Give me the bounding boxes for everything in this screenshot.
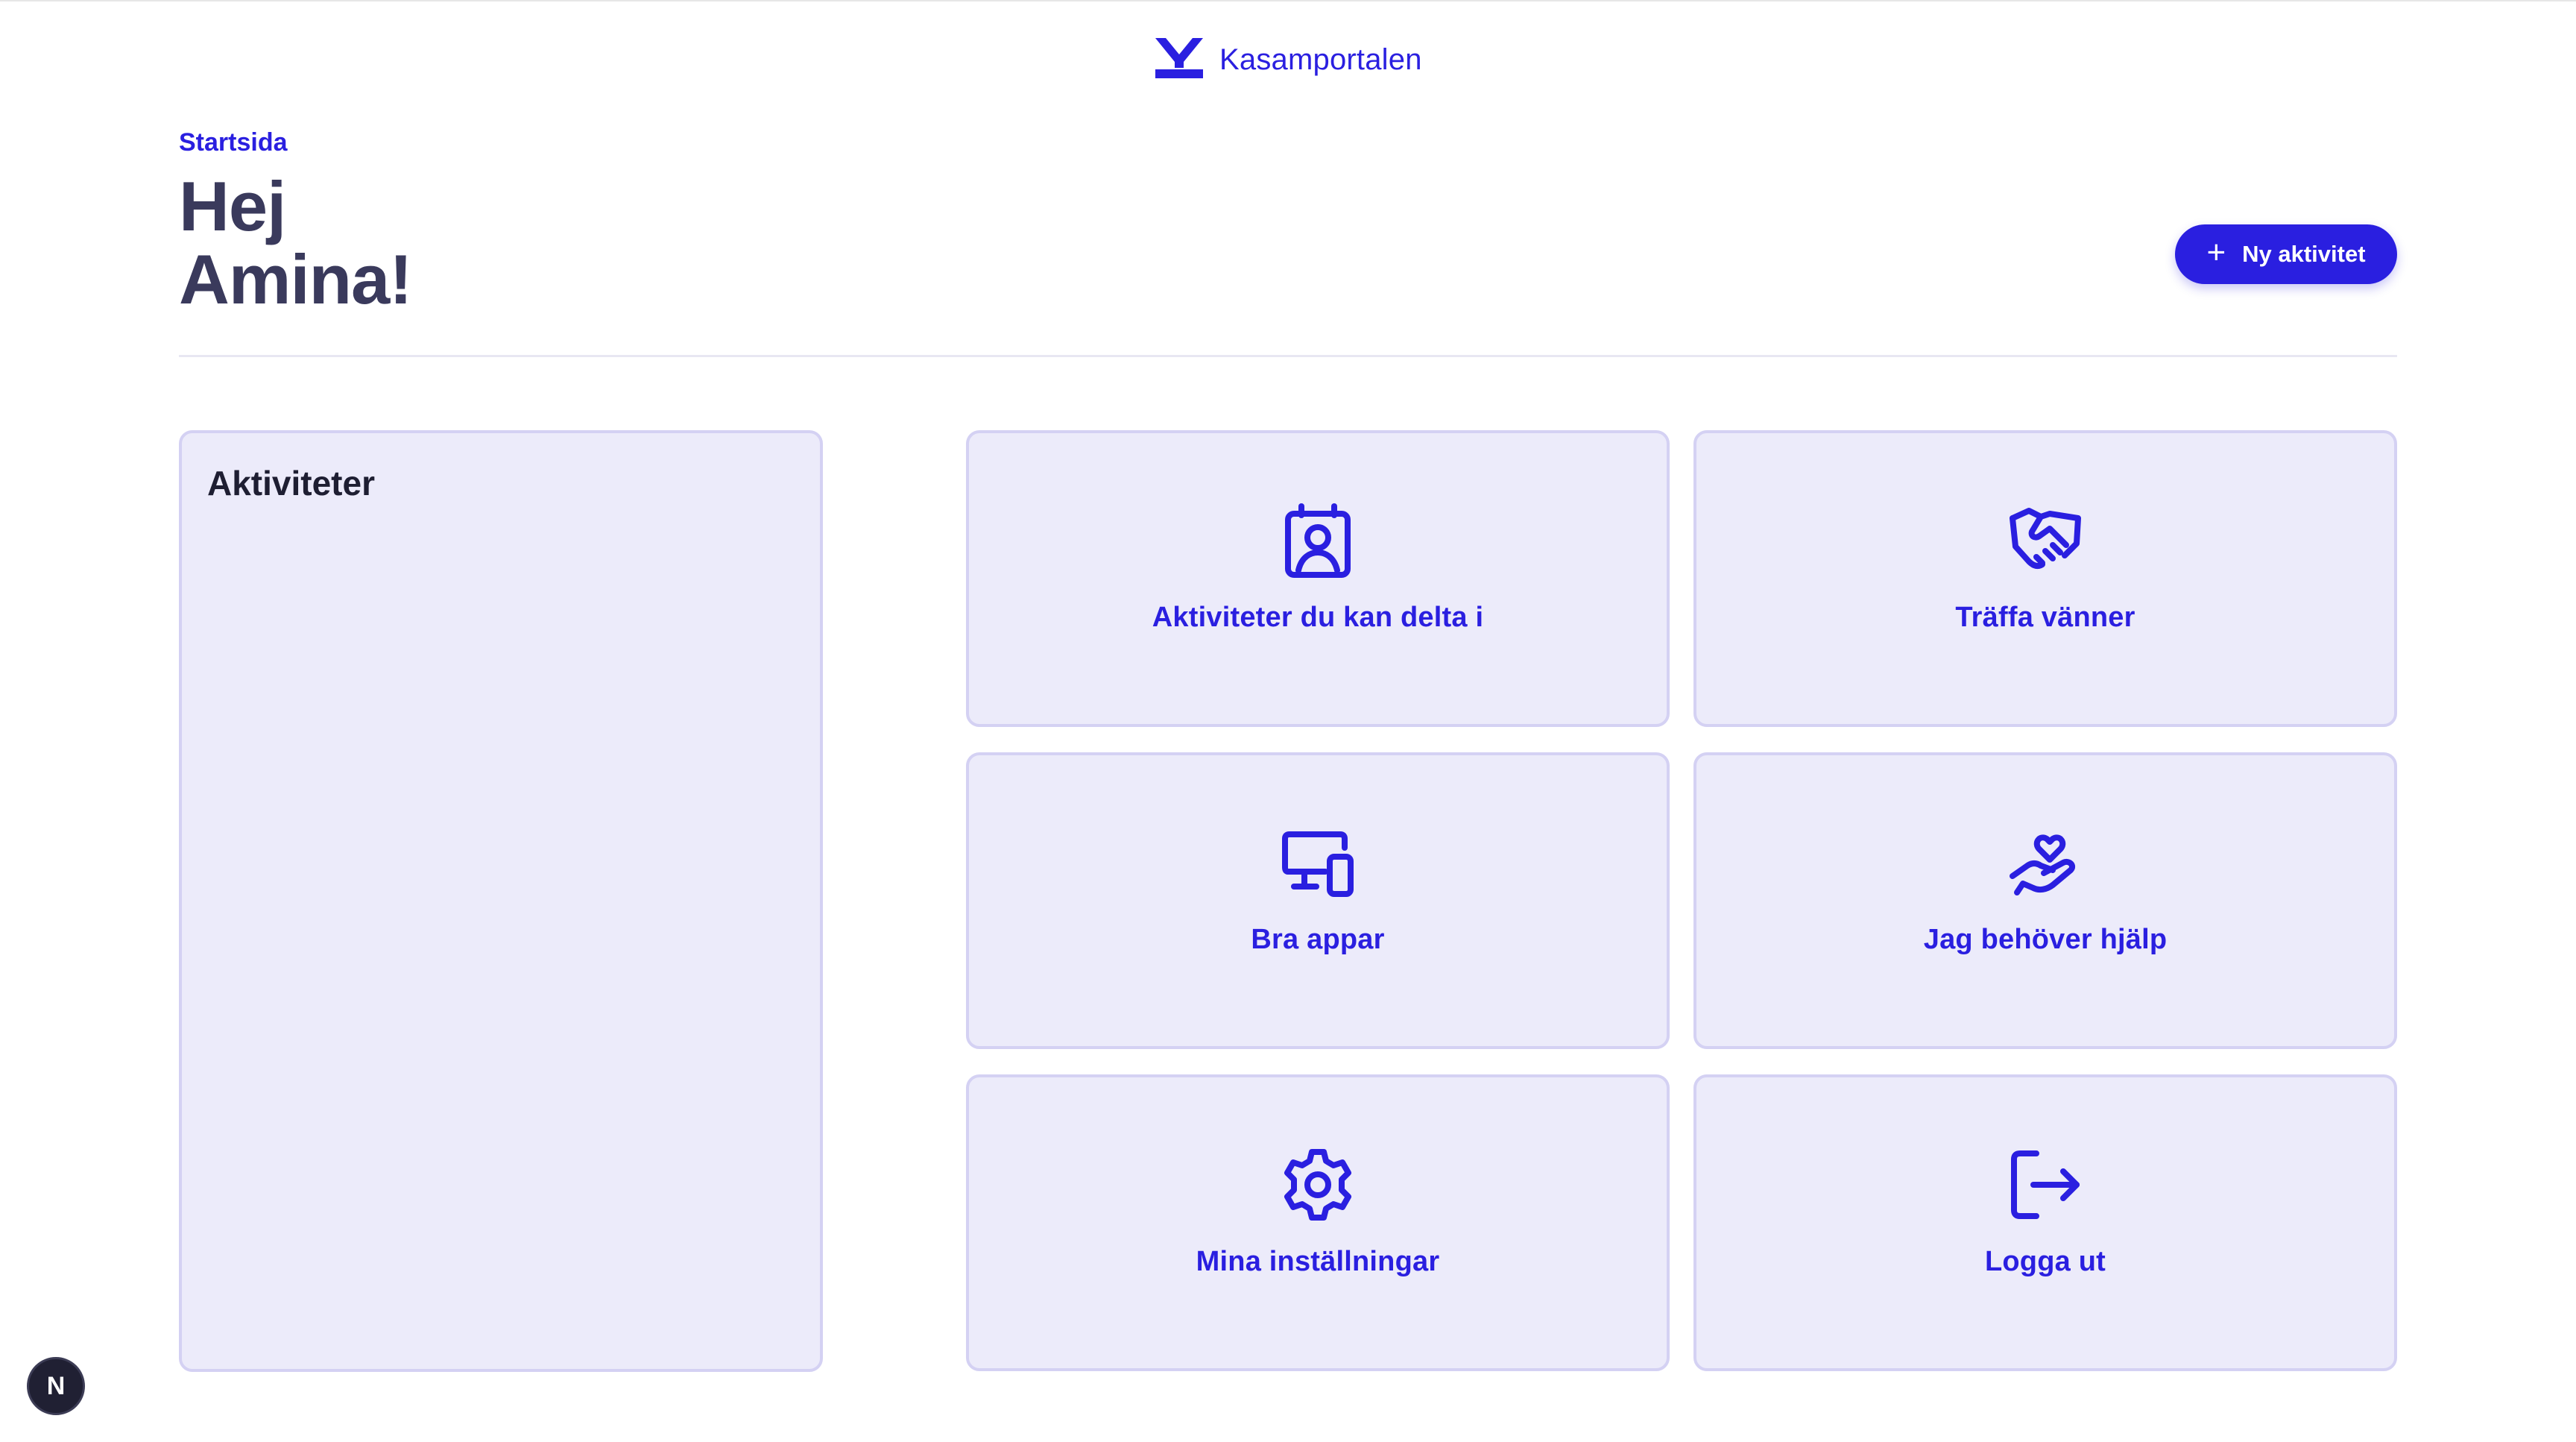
tile-logout[interactable]: Logga ut [1693, 1074, 2397, 1371]
brand-logo-link[interactable]: Kasamportalen [1154, 36, 1422, 84]
activities-panel: Aktiviteter [179, 430, 823, 1372]
calendar-person-icon [1279, 502, 1357, 579]
new-activity-button[interactable]: + Ny aktivitet [2175, 224, 2397, 284]
new-activity-label: Ny aktivitet [2242, 241, 2366, 267]
handshake-icon [2007, 502, 2084, 579]
page: Kasamportalen Startsida Hej Amina! + Ny … [0, 0, 2576, 1442]
dev-badge-letter: N [46, 1371, 66, 1400]
greeting-line-2: Amina! [179, 240, 413, 318]
page-title: Hej Amina! [179, 170, 626, 316]
logout-icon [2007, 1146, 2084, 1224]
greeting-line-1: Hej [179, 167, 286, 245]
tile-good-apps[interactable]: Bra appar [966, 752, 1670, 1049]
tile-label: Mina inställningar [1196, 1246, 1440, 1277]
brand-name: Kasamportalen [1219, 42, 1422, 76]
tile-label: Träffa vänner [1955, 602, 2135, 633]
plus-icon: + [2206, 234, 2226, 271]
gear-icon [1279, 1146, 1357, 1224]
tile-activities-to-join[interactable]: Aktiviteter du kan delta i [966, 430, 1670, 727]
devices-icon [1279, 824, 1357, 901]
activities-panel-title: Aktiviteter [207, 464, 375, 503]
breadcrumb[interactable]: Startsida [179, 128, 288, 157]
top-border [0, 0, 2576, 1]
tile-my-settings[interactable]: Mina inställningar [966, 1074, 1670, 1371]
dev-tools-badge[interactable]: N [27, 1357, 85, 1415]
kasam-logo-icon [1154, 37, 1205, 84]
tile-label: Logga ut [1984, 1246, 2106, 1277]
tile-label: Aktiviteter du kan delta i [1152, 602, 1484, 633]
divider [179, 355, 2397, 357]
heart-hand-icon [2007, 824, 2084, 901]
tile-meet-friends[interactable]: Träffa vänner [1693, 430, 2397, 727]
tile-label: Bra appar [1251, 924, 1385, 955]
tile-label: Jag behöver hjälp [1923, 924, 2168, 955]
tile-need-help[interactable]: Jag behöver hjälp [1693, 752, 2397, 1049]
